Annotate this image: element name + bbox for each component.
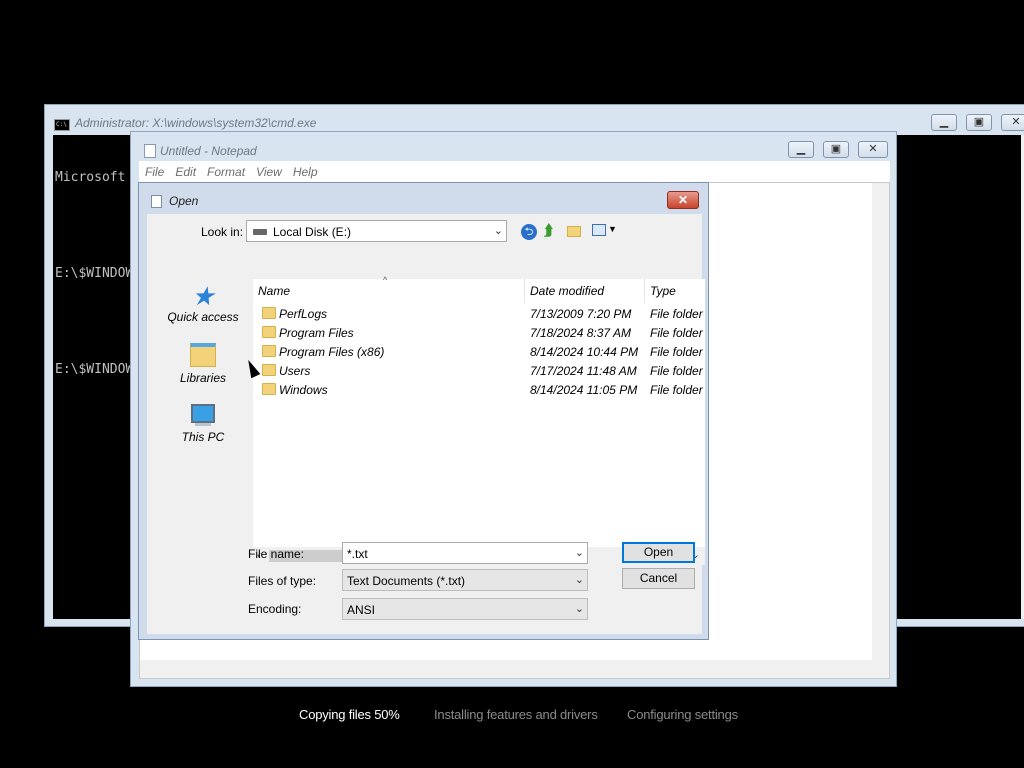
file-row-perflogs[interactable]: PerfLogs 7/13/2009 7:20 PM File folder [253,305,705,324]
look-in-value: Local Disk (E:) [273,225,352,239]
place-libraries[interactable]: Libraries [155,343,251,385]
setup-step-copying: Copying files 50% [299,707,400,722]
star-icon: ★ [191,281,215,311]
cmd-icon: C:\ [54,119,70,131]
file-name-input[interactable]: *.txt ⌄ [342,542,588,564]
notepad-close-button[interactable]: ✕ [858,141,888,158]
setup-step-configuring: Configuring settings [627,707,738,722]
encoding-label: Encoding: [248,602,302,616]
menu-view[interactable]: View [250,161,287,179]
sort-up-icon: ^ [383,275,388,285]
chevron-down-icon: ⌄ [574,574,584,586]
new-folder-icon[interactable] [567,226,581,237]
notepad-minimize-button[interactable]: ▁ [788,141,814,158]
notepad-restore-button[interactable]: ▣ [823,141,849,158]
chevron-down-icon[interactable]: ⌄ [575,546,584,559]
look-in-label: Look in: [201,225,244,239]
chevron-down-icon: ⌄ [574,603,584,615]
file-row-users[interactable]: Users 7/17/2024 11:48 AM File folder [253,362,705,381]
place-label: Libraries [179,371,227,385]
dialog-title: Open [169,194,199,208]
drive-icon [253,229,267,235]
folder-icon [262,307,276,319]
place-quick-access[interactable]: ★ Quick access [155,282,251,324]
setup-step-installing: Installing features and drivers [434,707,598,722]
file-name-label: File name: [248,547,305,561]
dialog-icon [151,195,162,208]
cmd-restore-button[interactable]: ▣ [966,114,992,131]
back-icon[interactable]: ⮌ [521,224,537,240]
files-of-type-dropdown[interactable]: Text Documents (*.txt) ⌄ [342,569,588,591]
open-dialog: Open ✕ Look in: Local Disk (E:) ⌄ ⮌ ⮭ ▼ … [138,182,709,640]
look-in-dropdown[interactable]: Local Disk (E:) ⌄ [246,220,507,242]
cmd-title: Administrator: X:\windows\system32\cmd.e… [75,116,317,130]
up-folder-icon[interactable]: ⮭ [544,222,553,239]
cmd-minimize-button[interactable]: ▁ [931,114,957,131]
view-dropdown-arrow-icon[interactable]: ▼ [608,224,617,234]
menu-edit[interactable]: Edit [169,161,201,179]
menu-format[interactable]: Format [201,161,250,179]
file-row-program-files-x86[interactable]: Program Files (x86) 8/14/2024 10:44 PM F… [253,343,705,362]
file-row-windows[interactable]: Windows 8/14/2024 11:05 PM File folder [253,381,705,400]
place-this-pc[interactable]: This PC [155,404,251,444]
notepad-horizontal-scrollbar[interactable] [140,660,889,678]
file-list[interactable]: ^ Name Date modified Type PerfLogs 7/13/… [253,275,705,565]
place-label: This PC [181,430,225,444]
notepad-icon [144,144,156,158]
notepad-title: Untitled - Notepad [160,144,257,158]
column-header-type[interactable]: Type [650,284,676,298]
cancel-button[interactable]: Cancel [622,568,695,589]
chevron-down-icon: ⌄ [493,225,503,237]
folder-icon [262,326,276,338]
folder-icon [262,364,276,376]
file-row-program-files[interactable]: Program Files 7/18/2024 8:37 AM File fol… [253,324,705,343]
folder-icon [262,345,276,357]
view-menu-icon[interactable] [592,224,606,236]
libraries-icon [190,343,216,367]
folder-icon [262,383,276,395]
menu-file[interactable]: File [139,161,169,179]
files-of-type-label: Files of type: [248,574,317,588]
menu-help[interactable]: Help [287,161,323,179]
place-label: Quick access [167,310,239,324]
encoding-dropdown[interactable]: ANSI ⌄ [342,598,588,620]
notepad-menubar: File Edit Format View Help [139,161,890,182]
places-bar: ★ Quick access Libraries This PC [155,282,251,552]
computer-icon [191,404,215,423]
dialog-close-button[interactable]: ✕ [667,191,699,209]
column-header-name[interactable]: Name [258,284,290,298]
cmd-close-button[interactable]: ✕ [1001,114,1024,131]
dialog-body: Look in: Local Disk (E:) ⌄ ⮌ ⮭ ▼ ★ Quick… [147,214,705,634]
notepad-vertical-scrollbar[interactable] [872,183,889,660]
column-header-date[interactable]: Date modified [530,284,604,298]
open-button[interactable]: Open [622,542,695,563]
